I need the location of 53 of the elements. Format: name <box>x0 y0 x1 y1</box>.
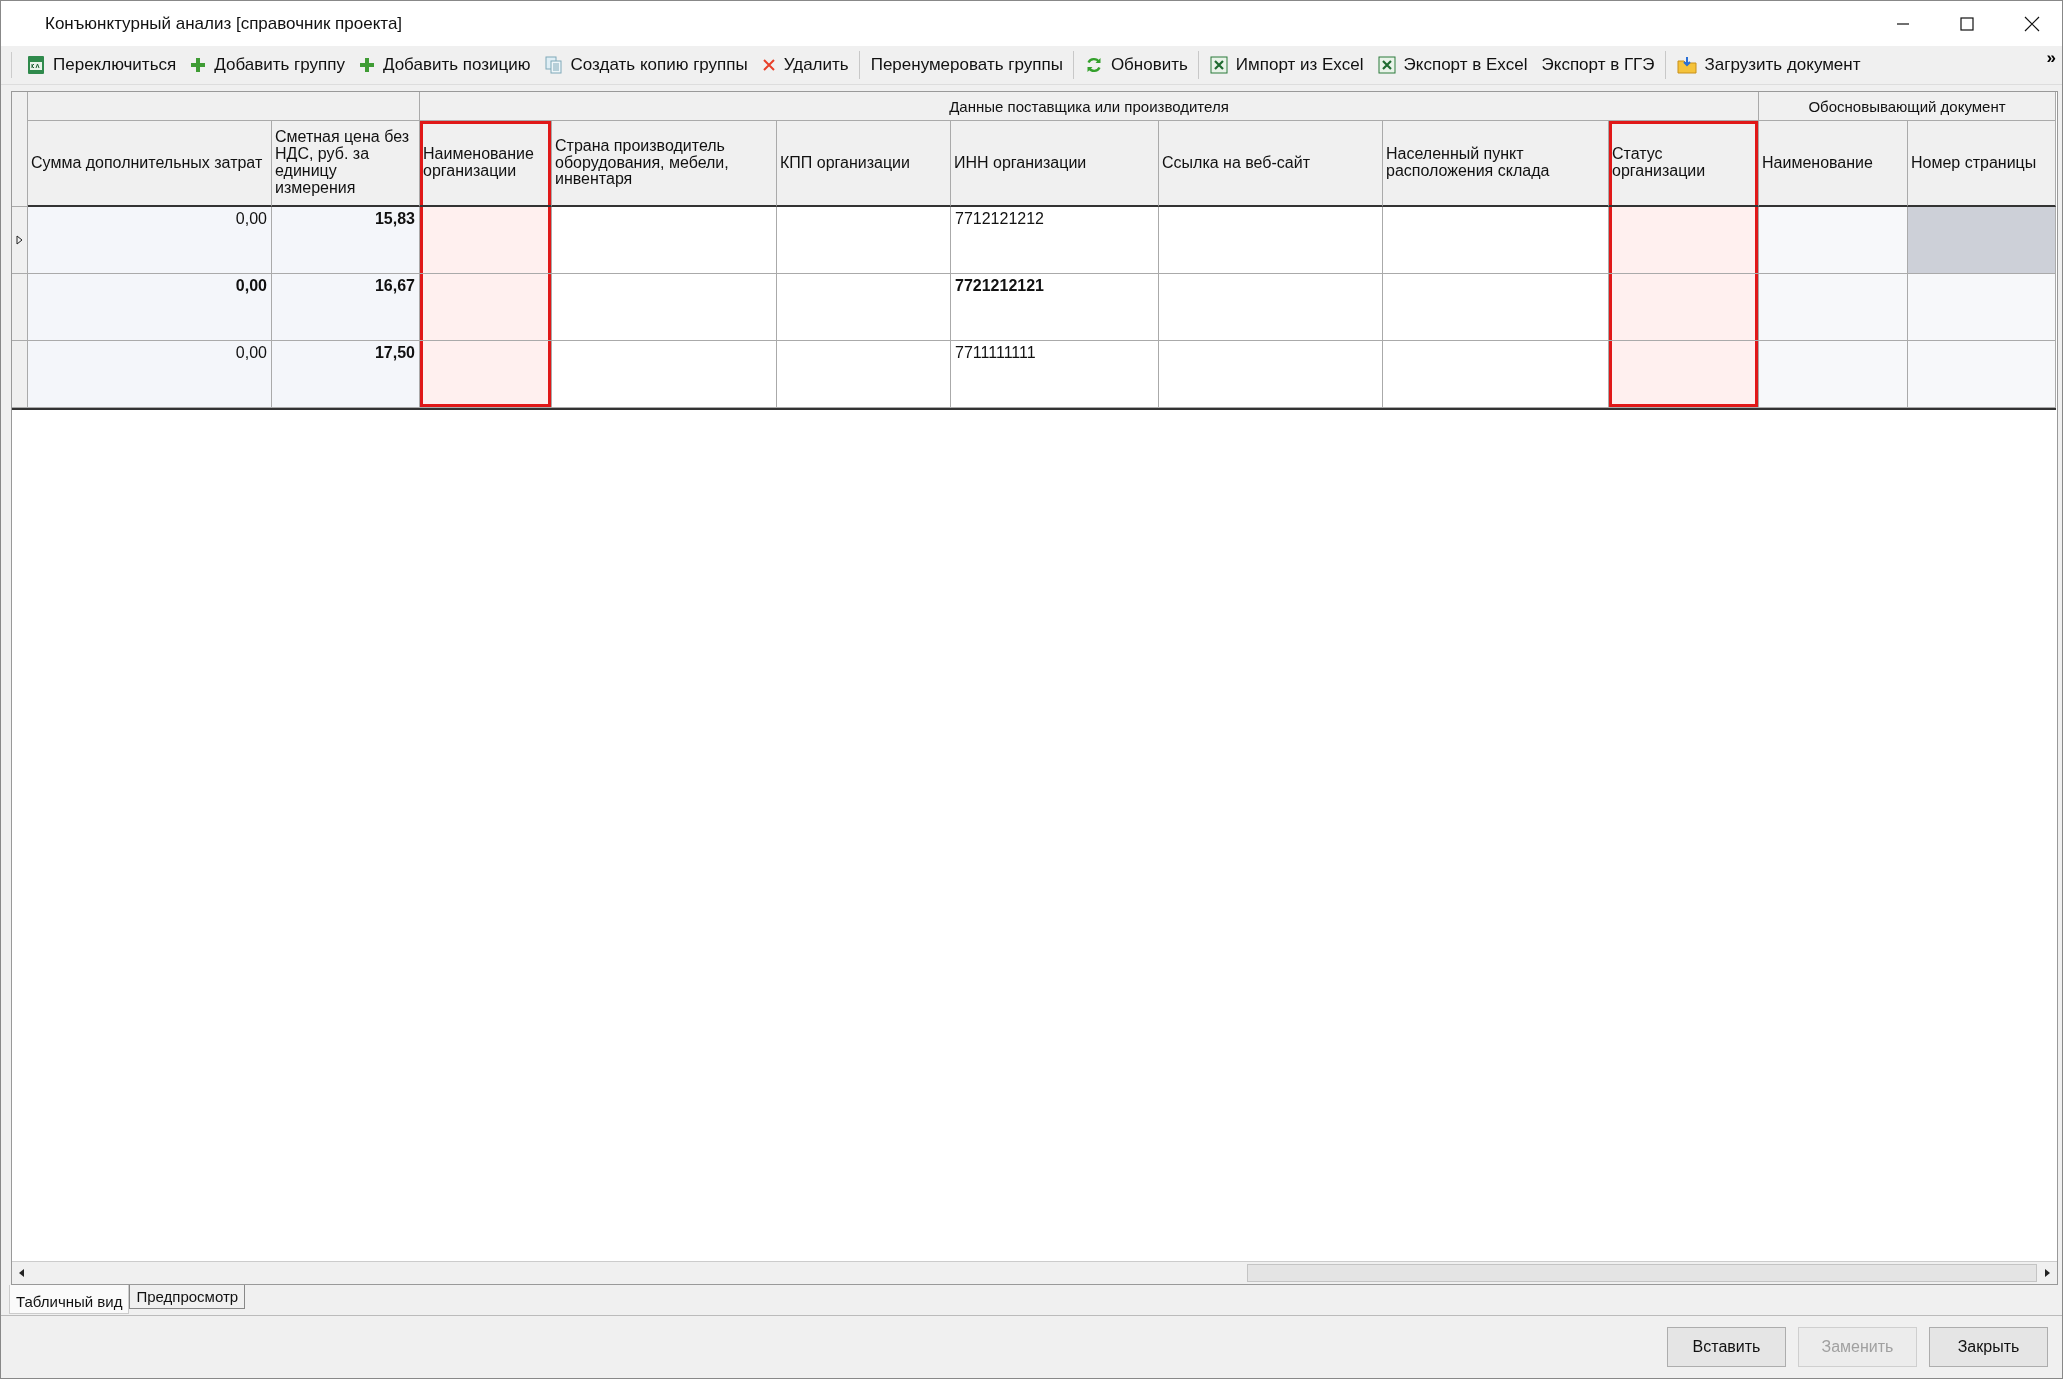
toolbar-button[interactable]: Импорт из Excel <box>1202 51 1371 79</box>
horizontal-scrollbar[interactable] <box>12 1261 2057 1284</box>
cell-text: 7721212121 <box>955 277 1044 294</box>
document-icon <box>27 55 45 75</box>
scrollbar-thumb[interactable] <box>1247 1264 2037 1282</box>
column-header[interactable]: Страна производитель оборудования, мебели, инвентаря <box>552 121 777 207</box>
column-header[interactable]: Статус организации <box>1609 121 1759 207</box>
close-icon[interactable] <box>2024 15 2040 32</box>
toolbar-button[interactable]: Добавить группу <box>183 51 352 79</box>
current-row-icon <box>16 235 23 245</box>
cell-text: 7711111111 <box>955 344 1036 361</box>
toolbar-button[interactable]: Создать копию группы <box>537 51 755 79</box>
row-indicator[interactable] <box>12 207 28 274</box>
copy-icon <box>544 56 563 74</box>
spreadsheet-icon <box>1209 56 1228 74</box>
cell-text: 15,83 <box>374 210 415 227</box>
column-header[interactable]: Наименование организации <box>420 121 552 207</box>
toolbar-button[interactable]: Добавить позицию <box>351 51 538 79</box>
dialog-button[interactable]: Вставить <box>1667 1327 1786 1367</box>
cell-text: 17,50 <box>374 344 415 361</box>
column-header[interactable]: Сметная цена без НДС, руб. за единицу измерения <box>272 121 420 207</box>
cell-text: 0,00 <box>235 277 267 294</box>
spreadsheet-icon <box>1377 56 1396 74</box>
window-title: Конъюнктурный анализ [справочник проекта] <box>45 13 403 34</box>
toolbar-button[interactable]: Экспорт в Excel <box>1370 51 1535 79</box>
dialog-button[interactable]: Закрыть <box>1929 1327 2048 1367</box>
column-group-header: Данные поставщика или производителя <box>420 92 1759 121</box>
toolbar-overflow-button[interactable]: » <box>2046 48 2056 68</box>
column-header[interactable]: Наименование <box>1759 121 1908 207</box>
column-header[interactable]: Населенный пункт расположения склада <box>1383 121 1609 207</box>
plus-icon <box>358 57 375 73</box>
column-header[interactable]: ИНН организации <box>951 121 1159 207</box>
toolbar-button[interactable]: Экспорт в ГГЭ <box>1534 51 1666 79</box>
maximize-icon[interactable] <box>1960 16 1974 31</box>
view-tab[interactable]: Предпросмотр <box>129 1285 246 1309</box>
plus-icon <box>190 57 207 73</box>
column-group-header: Обосновывающий документ <box>1759 92 2056 121</box>
folder-download-icon <box>1676 56 1697 74</box>
view-tab[interactable]: Табличный вид <box>9 1285 130 1314</box>
column-header[interactable]: Ссылка на веб-сайт <box>1159 121 1383 207</box>
column-header[interactable]: Номер страницы <box>1908 121 2056 207</box>
toolbar-button[interactable]: Переключиться <box>20 51 184 79</box>
toolbar-button[interactable]: Удалить <box>754 51 860 79</box>
cell-text: 0,00 <box>235 210 267 227</box>
toolbar-button[interactable]: Обновить <box>1077 51 1199 79</box>
cell-text: 7712121212 <box>955 210 1044 227</box>
toolbar-button[interactable]: Загрузить документ <box>1669 51 1868 79</box>
toolbar-button[interactable]: Перенумеровать группы <box>863 51 1074 79</box>
column-header[interactable]: Сумма дополнительных затрат <box>28 121 272 207</box>
cell-text: 16,67 <box>374 277 415 294</box>
cell-text: 0,00 <box>235 344 267 361</box>
delete-icon <box>761 58 776 72</box>
column-header[interactable]: КПП организации <box>777 121 951 207</box>
